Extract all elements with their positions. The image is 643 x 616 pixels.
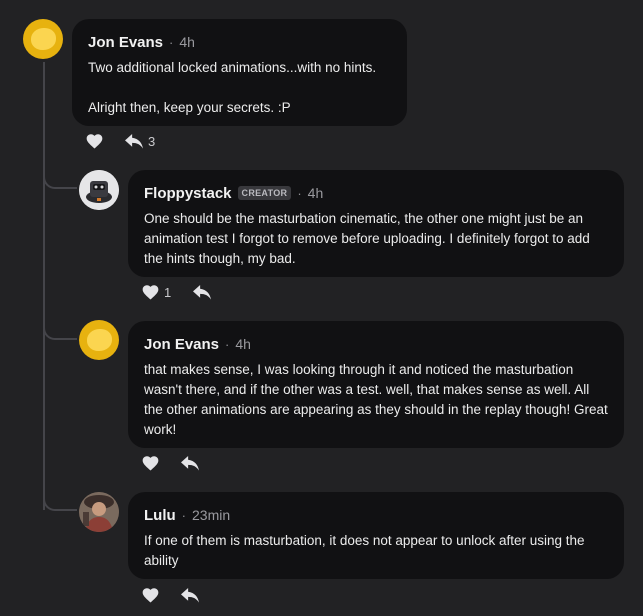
comment-actions: 3 bbox=[86, 134, 155, 149]
like-button[interactable] bbox=[142, 588, 159, 603]
reply-arrow-icon bbox=[125, 134, 143, 149]
heart-icon bbox=[142, 285, 159, 300]
meta-separator: · bbox=[169, 34, 174, 50]
heart-icon bbox=[142, 456, 159, 471]
comment-bubble: Jon Evans · 4h Two additional locked ani… bbox=[72, 19, 407, 126]
comment-actions bbox=[142, 588, 199, 603]
thread-connector bbox=[43, 175, 77, 189]
reply-button[interactable] bbox=[193, 285, 212, 300]
like-button[interactable] bbox=[142, 456, 159, 471]
comment-time[interactable]: 4h bbox=[235, 336, 251, 352]
comment-paragraph: Two additional locked animations...with … bbox=[88, 60, 377, 75]
comment-actions: 1 bbox=[142, 285, 212, 300]
avatar[interactable] bbox=[79, 320, 119, 360]
reply-button[interactable] bbox=[181, 588, 199, 603]
comment-body: If one of them is masturbation, it does … bbox=[144, 531, 608, 571]
creator-badge: CREATOR bbox=[237, 186, 292, 200]
thread-connector bbox=[43, 326, 77, 340]
comment-body: that makes sense, I was looking through … bbox=[144, 360, 608, 440]
like-count: 1 bbox=[164, 285, 172, 300]
comment-author[interactable]: Lulu bbox=[144, 507, 176, 524]
comment-body: Two additional locked animations...with … bbox=[88, 58, 391, 118]
reply-arrow-icon bbox=[193, 285, 212, 300]
meta-separator: · bbox=[297, 185, 302, 201]
comment-paragraph: that makes sense, I was looking through … bbox=[144, 362, 608, 437]
reply-button[interactable]: 3 bbox=[125, 134, 155, 149]
like-button[interactable]: 1 bbox=[142, 285, 171, 300]
comment-body: One should be the masturbation cinematic… bbox=[144, 209, 608, 269]
comment-bubble: Jon Evans · 4h that makes sense, I was l… bbox=[128, 321, 624, 448]
comment-bubble: Lulu · 23min If one of them is masturbat… bbox=[128, 492, 624, 579]
comment-time[interactable]: 23min bbox=[192, 507, 230, 523]
comment-bubble: Floppystack CREATOR · 4h One should be t… bbox=[128, 170, 624, 277]
heart-icon bbox=[142, 588, 159, 603]
like-button[interactable] bbox=[86, 134, 103, 149]
avatar[interactable] bbox=[23, 19, 63, 59]
thread-line bbox=[43, 62, 45, 510]
comment-paragraph: One should be the masturbation cinematic… bbox=[144, 211, 590, 266]
avatar[interactable] bbox=[79, 492, 119, 532]
comment-author[interactable]: Jon Evans bbox=[144, 336, 219, 353]
comment-author[interactable]: Jon Evans bbox=[88, 34, 163, 51]
heart-icon bbox=[86, 134, 103, 149]
reply-arrow-icon bbox=[181, 588, 199, 603]
reply-arrow-icon bbox=[181, 456, 199, 471]
reply-button[interactable] bbox=[181, 456, 199, 471]
comment-paragraph: Alright then, keep your secrets. :P bbox=[88, 100, 291, 115]
comment-time[interactable]: 4h bbox=[308, 185, 324, 201]
thread-connector bbox=[43, 497, 77, 511]
meta-separator: · bbox=[181, 507, 186, 523]
avatar[interactable] bbox=[79, 170, 119, 210]
comment-time[interactable]: 4h bbox=[179, 34, 195, 50]
comment-author[interactable]: Floppystack bbox=[144, 185, 232, 202]
comment-actions bbox=[142, 456, 199, 471]
meta-separator: · bbox=[225, 336, 230, 352]
reply-count: 3 bbox=[148, 134, 156, 149]
comment-paragraph: If one of them is masturbation, it does … bbox=[144, 533, 585, 568]
